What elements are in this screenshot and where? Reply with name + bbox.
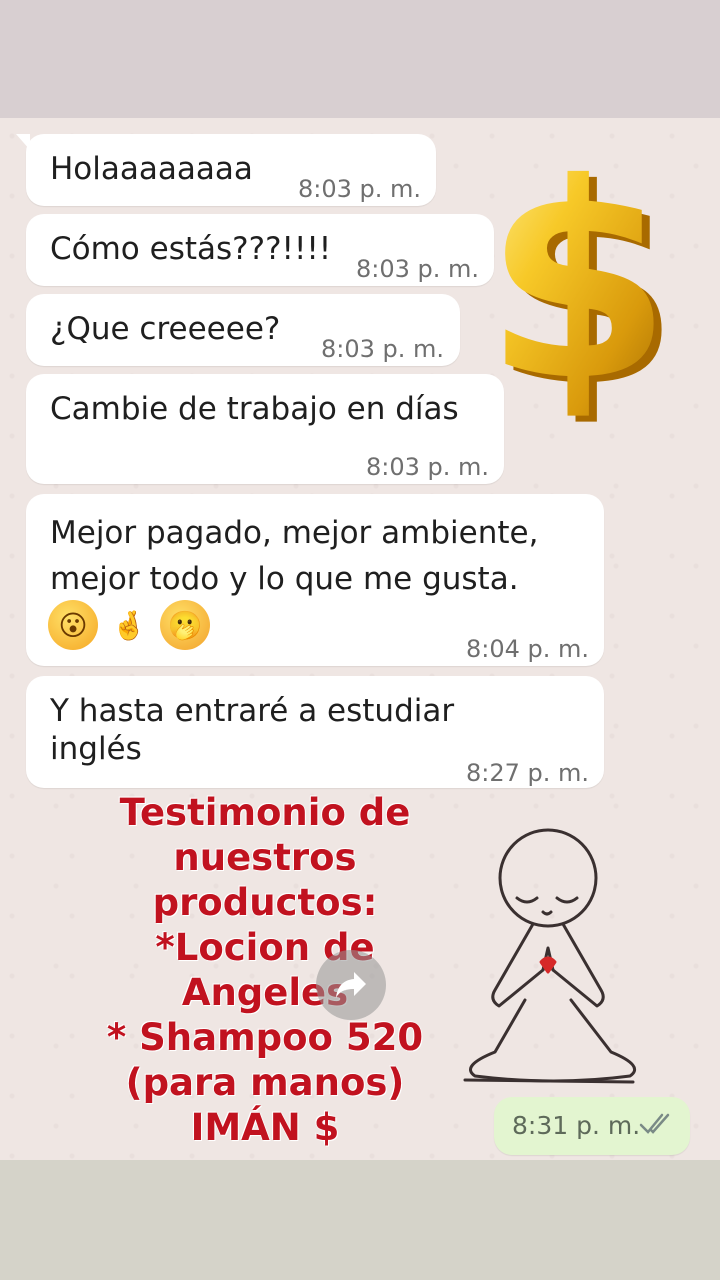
top-band <box>0 0 720 118</box>
message-time: 8:31 p. m. <box>512 1111 641 1140</box>
message-time: 8:27 p. m. <box>466 759 590 787</box>
outgoing-message-bubble[interactable]: 8:31 p. m. <box>494 1097 690 1155</box>
message-text: Cambie de trabajo en días <box>50 391 459 427</box>
message-bubble[interactable]: Y hasta entraré a estudiar inglés 8:27 p… <box>26 676 604 788</box>
message-bubble[interactable]: Cambie de trabajo en días 8:03 p. m. <box>26 374 504 484</box>
face-with-hand-over-mouth-icon: 🫢 <box>160 600 210 650</box>
message-time: 8:03 p. m. <box>366 453 490 481</box>
message-bubble[interactable]: Holaaaaaaaa 8:03 p. m. <box>16 134 436 206</box>
meditating-figure-icon <box>455 820 655 1100</box>
astonished-face-icon: 😮 <box>48 600 98 650</box>
message-text: Y hasta entraré a estudiar inglés <box>50 693 455 767</box>
promo-line: *Locion de <box>155 926 375 969</box>
forward-button[interactable] <box>316 950 386 1020</box>
promo-line: * Shampoo 520 <box>106 1016 424 1059</box>
promo-line: productos: <box>152 881 378 924</box>
message-bubble[interactable]: Cómo estás???!!!! 8:03 p. m. <box>26 214 494 286</box>
message-text: Cómo estás???!!!! <box>50 231 332 267</box>
message-time: 8:03 p. m. <box>298 175 422 203</box>
promo-line: nuestros <box>173 836 357 879</box>
bubble-tail <box>16 134 30 150</box>
promo-line: Testimonio de <box>119 791 411 834</box>
message-text: ¿Que creeeee? <box>50 311 281 347</box>
message-time: 8:03 p. m. <box>356 255 480 283</box>
emoji-row: 😮 🤞 🫢 <box>48 600 210 650</box>
message-text: Holaaaaaaaa <box>50 151 253 187</box>
promo-line: IMÁN $ <box>190 1106 340 1149</box>
crossed-fingers-icon: 🤞 <box>111 608 147 642</box>
dollar-sign-icon: $ $ <box>484 125 680 446</box>
svg-text:$: $ <box>490 150 670 430</box>
message-time: 8:04 p. m. <box>466 635 590 663</box>
promo-text: Testimonio de nuestros productos: *Locio… <box>60 790 470 1150</box>
message-bubble[interactable]: ¿Que creeeee? 8:03 p. m. <box>26 294 460 366</box>
promo-line: Angeles <box>181 971 349 1014</box>
promo-line: (para manos) <box>125 1061 405 1104</box>
bottom-band <box>0 1160 720 1280</box>
forward-arrow-icon <box>336 972 366 998</box>
message-time: 8:03 p. m. <box>321 335 445 363</box>
message-text: Mejor pagado, mejor ambiente, mejor todo… <box>50 515 539 597</box>
double-check-icon <box>639 1113 670 1134</box>
